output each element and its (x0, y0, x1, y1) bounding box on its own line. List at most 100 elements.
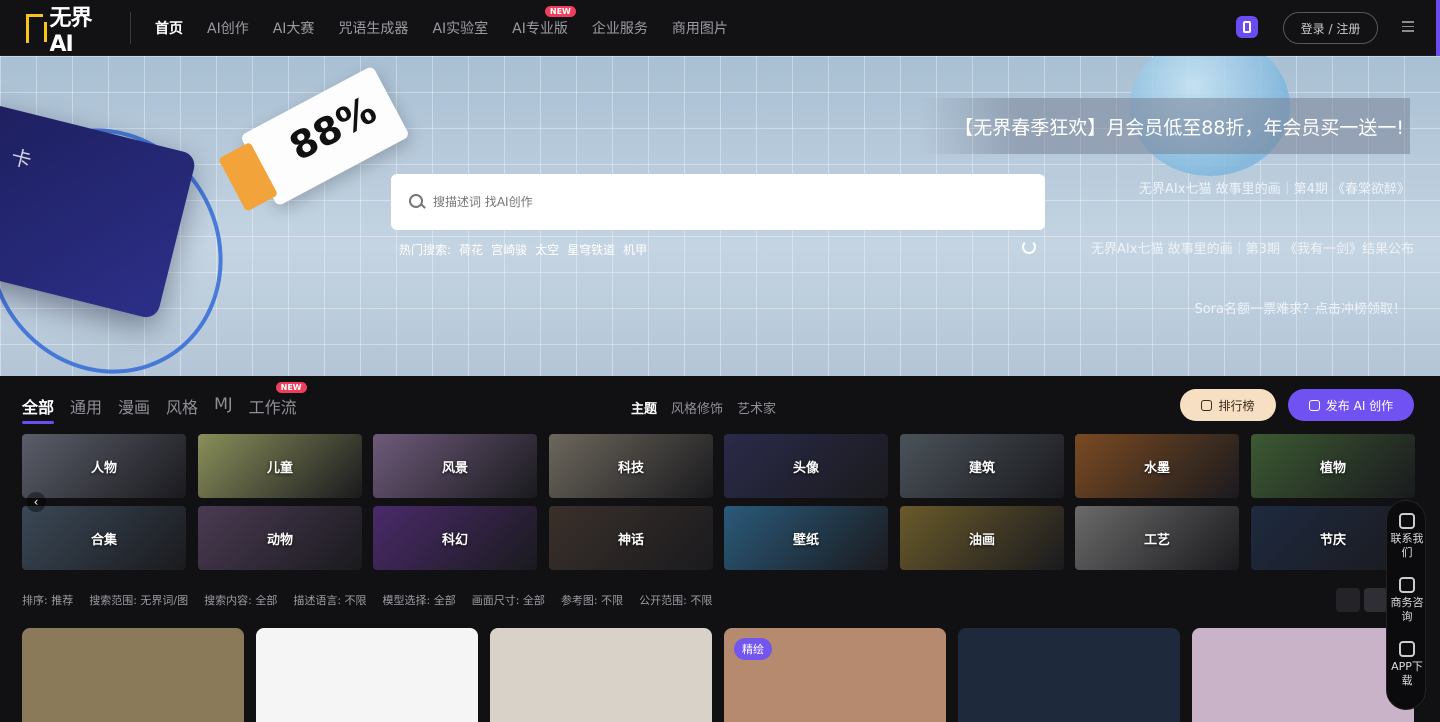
hot-search-term[interactable]: 太空 (535, 241, 559, 258)
theme-tile-tech[interactable]: 科技 (549, 434, 713, 498)
app-download-button[interactable]: APP下载 (1387, 641, 1427, 688)
filter-search-content[interactable]: 搜索内容: 全部 (204, 592, 277, 608)
tile-label: 植物 (1319, 460, 1346, 476)
hot-search-term[interactable]: 机甲 (623, 241, 647, 258)
tab-workflow[interactable]: 工作流 NEW (249, 382, 307, 418)
tile-label: 儿童 (266, 460, 293, 476)
filter-model[interactable]: 模型选择: 全部 (383, 592, 456, 608)
tile-label: 合集 (90, 532, 117, 548)
handshake-icon (1399, 577, 1415, 593)
hot-search-term[interactable]: 荷花 (459, 241, 483, 258)
filter-prompt-language[interactable]: 描述语言: 不限 (293, 592, 366, 608)
search-input[interactable] (433, 195, 993, 209)
gallery-card[interactable] (22, 628, 244, 722)
tile-label: 神话 (617, 532, 644, 548)
theme-tile-oil-painting[interactable]: 油画 (900, 506, 1064, 570)
subtab-style-modifier[interactable]: 风格修饰 (671, 398, 723, 417)
tab-all[interactable]: 全部 (22, 394, 55, 424)
theme-tile-animals[interactable]: 动物 (198, 506, 362, 570)
gallery-card[interactable] (1192, 628, 1414, 722)
nav-item-ai-create[interactable]: AI创作 (207, 18, 249, 38)
divider (130, 12, 131, 44)
logo[interactable]: 无界AI (24, 6, 108, 57)
theme-tile-people[interactable]: 人物 (22, 434, 186, 498)
headset-icon (1399, 513, 1415, 529)
gallery-card[interactable]: 精绘 (724, 628, 946, 722)
gallery-card[interactable] (958, 628, 1180, 722)
hamburger-menu-icon[interactable] (1402, 21, 1414, 33)
tab-mj[interactable]: MJ (214, 394, 233, 418)
theme-tile-plants[interactable]: 植物 (1251, 434, 1415, 498)
filter-sort[interactable]: 排序: 推荐 (22, 592, 73, 608)
leaderboard-label: 排行榜 (1218, 398, 1255, 413)
tile-label: 头像 (792, 460, 819, 476)
category-bar: 全部 通用 漫画 风格 MJ 工作流 NEW 主题 风格修饰 艺术家 排行榜 发布… (0, 376, 1440, 432)
gallery-card[interactable] (256, 628, 478, 722)
logo-text: 无界AI (49, 5, 93, 57)
nav-item-prompt-generator[interactable]: 咒语生成器 (338, 18, 408, 38)
logo-mark-icon (24, 12, 47, 44)
new-badge: NEW (275, 382, 307, 393)
publish-ai-creation-button[interactable]: 发布 AI 创作 (1288, 389, 1414, 421)
filter-image-size[interactable]: 画面尺寸: 全部 (472, 592, 545, 608)
business-inquiry-button[interactable]: 商务咨询 (1387, 577, 1427, 624)
subtab-theme[interactable]: 主题 (631, 398, 657, 417)
promo-headline[interactable]: 【无界春季狂欢】月会员低至88折，年会员买一送一! (920, 98, 1410, 154)
search-box[interactable] (391, 174, 1045, 230)
theme-tile-children[interactable]: 儿童 (198, 434, 362, 498)
theme-tile-scifi[interactable]: 科幻 (373, 506, 537, 570)
nav-item-enterprise[interactable]: 企业服务 (592, 18, 648, 38)
refresh-icon[interactable] (1022, 240, 1036, 254)
nav-item-home[interactable]: 首页 (155, 18, 183, 38)
grid-small-icon[interactable] (1364, 588, 1388, 612)
tab-comic[interactable]: 漫画 (118, 394, 150, 418)
filter-bar: 排序: 推荐 搜索范围: 无界词/图 搜索内容: 全部 描述语言: 不限 模型选… (22, 592, 728, 608)
grid-large-icon[interactable] (1336, 588, 1360, 612)
leaderboard-button[interactable]: 排行榜 (1180, 389, 1276, 421)
theme-tile-myth[interactable]: 神话 (549, 506, 713, 570)
floating-contact-panel: 联系我们 商务咨询 APP下载 (1386, 500, 1426, 710)
main-nav: 首页 AI创作 AI大赛 咒语生成器 AI实验室 AI专业版 NEW 企业服务 商… (155, 0, 752, 56)
theme-tile-wallpaper[interactable]: 壁纸 (724, 506, 888, 570)
login-register-button[interactable]: 登录 / 注册 (1283, 12, 1378, 44)
news-link-3[interactable]: Sora名额一票难求？点击冲榜领取！ (1194, 298, 1406, 317)
filter-reference-image[interactable]: 参考图: 不限 (561, 592, 623, 608)
theme-tile-landscape[interactable]: 风景 (373, 434, 537, 498)
theme-tile-avatar[interactable]: 头像 (724, 434, 888, 498)
theme-tile-architecture[interactable]: 建筑 (900, 434, 1064, 498)
tile-label: 油画 (968, 532, 995, 548)
tile-label: 科技 (617, 460, 644, 476)
hot-search-label: 热门搜索: (399, 243, 452, 257)
hot-search-term[interactable]: 宫崎骏 (491, 241, 527, 258)
subtab-artist[interactable]: 艺术家 (737, 398, 776, 417)
tile-label: 水墨 (1143, 460, 1170, 476)
tile-label: 风景 (441, 460, 468, 476)
tab-general[interactable]: 通用 (70, 394, 102, 418)
theme-tile-craft[interactable]: 工艺 (1075, 506, 1239, 570)
sub-tabs: 主题 风格修饰 艺术家 (631, 398, 790, 417)
nav-item-ai-pro[interactable]: AI专业版 NEW (512, 6, 576, 38)
hero-banner[interactable]: 卡 88% 【无界春季狂欢】月会员低至88折，年会员买一送一! 无界AIx七猫 … (0, 56, 1440, 376)
contact-us-label: 联系我们 (1390, 532, 1424, 559)
nav-item-ai-contest[interactable]: AI大赛 (273, 18, 315, 38)
mobile-app-icon[interactable] (1236, 16, 1258, 38)
publish-label: 发布 AI 创作 (1325, 398, 1394, 413)
theme-tile-ink[interactable]: 水墨 (1075, 434, 1239, 498)
tile-label: 节庆 (1319, 532, 1346, 548)
tile-label: 壁纸 (792, 532, 819, 548)
tile-label: 人物 (90, 460, 117, 476)
news-link-1[interactable]: 无界AIx七猫 故事里的画｜第4期 《春棠欲醉》 (1139, 178, 1410, 197)
scrollbar-thumb[interactable] (1436, 0, 1440, 62)
contact-us-button[interactable]: 联系我们 (1387, 513, 1427, 560)
nav-item-commercial-images[interactable]: 商用图片 (672, 18, 728, 38)
gallery-card[interactable] (490, 628, 712, 722)
news-link-2[interactable]: 无界AIx七猫 故事里的画｜第3期 《我有一剑》结果公布 (1091, 238, 1414, 257)
hot-search-term[interactable]: 星穹铁道 (567, 241, 615, 258)
tab-style[interactable]: 风格 (166, 394, 198, 418)
theme-tile-collection[interactable]: 合集 (22, 506, 186, 570)
chevron-left-icon[interactable]: ‹ (26, 492, 46, 512)
medal-icon (1201, 399, 1213, 411)
nav-item-ai-lab[interactable]: AI实验室 (432, 18, 488, 38)
filter-visibility[interactable]: 公开范围: 不限 (639, 592, 712, 608)
filter-search-scope[interactable]: 搜索范围: 无界词/图 (89, 592, 188, 608)
